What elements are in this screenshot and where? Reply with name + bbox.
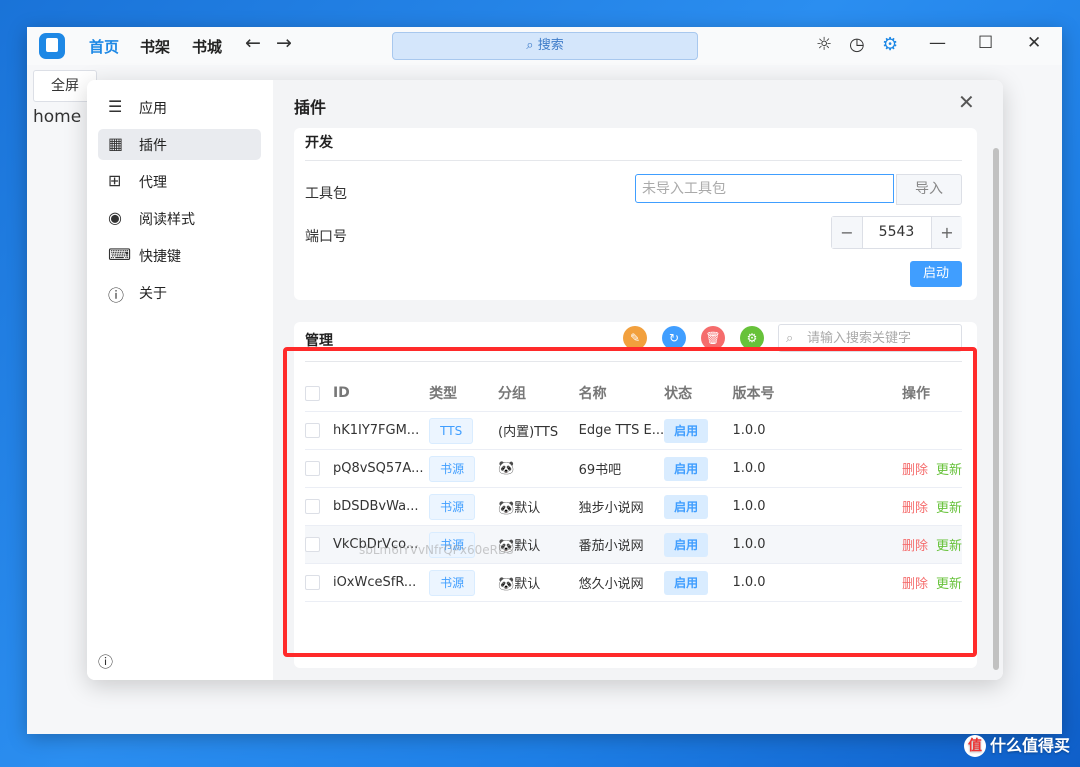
search-bar[interactable]: ⌕ 搜索 — [392, 32, 698, 60]
close-icon[interactable]: ✕ — [1027, 33, 1041, 53]
sidebar-item-label: 应用 — [139, 101, 167, 117]
maximize-icon[interactable]: ☐ — [978, 33, 993, 53]
network-icon: ⊞ — [108, 171, 122, 190]
sidebar-item-label: 代理 — [139, 175, 167, 191]
settings-gear-icon[interactable]: ⚙ — [882, 34, 898, 56]
nav-home[interactable]: 首页 — [89, 36, 119, 57]
info-icon: ⓘ — [108, 286, 125, 305]
settings-sidebar: ☰ 应用 ▦ 插件 ⊞ 代理 ◉ 阅读样式 ⌨ 快捷键 ⓘ 关于 ⓘ — [87, 80, 273, 680]
app-logo-icon — [39, 33, 65, 59]
sidebar-item-plugins[interactable]: ▦ 插件 — [98, 129, 261, 160]
toolkit-label: 工具包 — [305, 186, 347, 202]
increment-button[interactable]: + — [931, 217, 962, 248]
history-icon[interactable]: ◷ — [849, 34, 865, 56]
arrow-right-icon[interactable]: → — [276, 32, 292, 54]
watermark-text: 什么值得买 — [989, 735, 1070, 755]
keyboard-icon: ⌨ — [108, 245, 132, 264]
version-info-icon[interactable]: ⓘ — [98, 651, 113, 672]
sidebar-item-label: 插件 — [139, 138, 167, 154]
title-bar: 首页 书架 书城 ← → ⌕ 搜索 ☼ ◷ ⚙ — ☐ ✕ — [27, 27, 1062, 65]
minimize-icon[interactable]: — — [929, 33, 946, 53]
sliders-icon: ☰ — [108, 97, 123, 116]
dev-heading: 开发 — [305, 135, 333, 151]
nav-bookshelf[interactable]: 书架 — [140, 36, 170, 57]
sidebar-item-about[interactable]: ⓘ 关于 — [98, 277, 261, 308]
palette-icon: ◉ — [108, 208, 122, 227]
watermark-logo-icon: 值 — [963, 735, 986, 757]
close-dialog-icon[interactable]: ✕ — [958, 90, 975, 114]
sun-icon[interactable]: ☼ — [816, 34, 832, 56]
panel-title: 插件 — [294, 98, 327, 117]
decrement-button[interactable]: − — [832, 217, 863, 248]
toolkit-input[interactable]: 未导入工具包 — [635, 174, 894, 203]
port-value[interactable]: 5543 — [862, 217, 931, 248]
search-placeholder: 搜索 — [537, 38, 564, 53]
grid-icon: ▦ — [108, 134, 124, 153]
sidebar-item-label: 关于 — [139, 286, 167, 302]
port-stepper: − 5543 + — [831, 216, 962, 249]
sidebar-item-proxy[interactable]: ⊞ 代理 — [98, 166, 261, 197]
highlight-box — [283, 347, 977, 657]
scrollbar[interactable] — [993, 148, 999, 670]
divider — [305, 160, 962, 161]
import-button[interactable]: 导入 — [896, 174, 962, 205]
nav-bookstore[interactable]: 书城 — [192, 36, 222, 57]
arrow-left-icon[interactable]: ← — [245, 32, 261, 54]
watermark: 值什么值得买 — [963, 732, 1070, 757]
home-label: home — [33, 107, 82, 127]
port-label: 端口号 — [305, 229, 347, 245]
sidebar-item-reading-style[interactable]: ◉ 阅读样式 — [98, 203, 261, 234]
sidebar-item-shortcuts[interactable]: ⌨ 快捷键 — [98, 240, 261, 271]
dev-section: 开发 工具包 未导入工具包 导入 端口号 − 5543 + 启动 — [294, 128, 977, 300]
sidebar-item-apps[interactable]: ☰ 应用 — [98, 92, 261, 123]
start-button[interactable]: 启动 — [910, 261, 962, 287]
sidebar-item-label: 阅读样式 — [139, 212, 195, 228]
search-icon: ⌕ — [526, 38, 538, 53]
sidebar-item-label: 快捷键 — [139, 249, 181, 265]
